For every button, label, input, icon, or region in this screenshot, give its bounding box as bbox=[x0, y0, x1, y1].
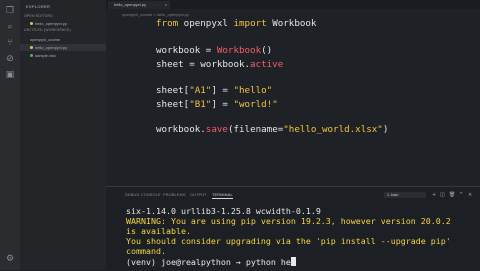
tab-output[interactable]: OUTPUT bbox=[190, 193, 207, 197]
workspace-section[interactable]: UNTITLED (WORKSPACE) bbox=[24, 28, 71, 32]
python-file-icon bbox=[30, 46, 33, 50]
explorer-title: EXPLORER bbox=[26, 4, 51, 9]
tab-problems[interactable]: PROBLEMS bbox=[163, 193, 186, 197]
code-line-save: workbook.save(filename="hello_world.xlsx… bbox=[156, 124, 389, 135]
terminal-warning-line: is available. bbox=[126, 226, 191, 236]
files-icon[interactable]: ❐ bbox=[5, 6, 15, 16]
chevron-up-icon[interactable]: ^ bbox=[459, 192, 463, 198]
open-editors-section[interactable]: OPEN EDITORS bbox=[24, 14, 53, 18]
split-icon[interactable]: ◫ bbox=[440, 192, 445, 198]
open-editor-label: hello_openpyxl.py bbox=[35, 21, 68, 26]
code-line-b1: sheet["B1"] = "world!" bbox=[156, 99, 278, 110]
terminal-cursor bbox=[290, 257, 296, 266]
file-label: sample.xlsx bbox=[35, 53, 56, 58]
extensions-icon[interactable]: ▣ bbox=[5, 70, 15, 80]
tab-debug-console[interactable]: DEBUG CONSOLE bbox=[125, 193, 161, 197]
close-icon[interactable]: × bbox=[468, 192, 472, 198]
open-editor-item[interactable]: hello_openpyxl.py bbox=[30, 21, 67, 26]
source-control-icon[interactable]: ⑂ bbox=[5, 38, 15, 48]
tab-label: hello_openpyxl.py bbox=[114, 2, 147, 7]
breadcrumb[interactable]: openpyxl_course > hello_openpyxl.py bbox=[122, 12, 189, 17]
tab-terminal[interactable]: TERMINAL bbox=[212, 193, 233, 199]
file-item-hello-openpyxl[interactable]: hello_openpyxl.py bbox=[30, 45, 67, 50]
code-line-workbook: workbook = Workbook() bbox=[156, 45, 273, 56]
code-line-sheet: sheet = workbook.active bbox=[156, 59, 284, 70]
terminal-warning-line: You should consider upgrading via the 'p… bbox=[126, 236, 451, 246]
file-item-sample-xlsx[interactable]: sample.xlsx bbox=[30, 53, 56, 58]
plus-icon[interactable]: + bbox=[432, 192, 436, 198]
python-file-icon bbox=[30, 22, 33, 26]
activity-bar: ❐ ⌕ ⑂ ⊘ ▣ ⚙ bbox=[0, 0, 20, 270]
file-label: hello_openpyxl.py bbox=[35, 45, 68, 50]
debug-icon[interactable]: ⊘ bbox=[5, 54, 15, 64]
spreadsheet-file-icon bbox=[30, 54, 33, 58]
close-icon[interactable]: × bbox=[165, 1, 167, 9]
terminal-select[interactable]: 1: bash bbox=[384, 192, 426, 198]
terminal-prompt-line[interactable]: (venv) joe@realpython → python he bbox=[126, 257, 296, 267]
settings-icon[interactable]: ⚙ bbox=[5, 254, 15, 264]
terminal-line: six-1.14.0 urllib3-1.25.8 wcwidth-0.1.9 bbox=[126, 206, 321, 216]
editor-tab-bar: hello_openpyxl.py × bbox=[106, 0, 480, 9]
search-icon[interactable]: ⌕ bbox=[5, 22, 15, 32]
terminal-warning-line: command. bbox=[126, 246, 166, 256]
code-line-import: from openpyxl import Workbook bbox=[156, 18, 317, 29]
folder-item[interactable]: openpyxl_course bbox=[30, 37, 60, 42]
tab-hello-openpyxl[interactable]: hello_openpyxl.py × bbox=[108, 1, 170, 9]
code-line-a1: sheet["A1"] = "hello" bbox=[156, 85, 273, 96]
terminal-input[interactable]: (venv) joe@realpython → python he bbox=[126, 257, 291, 267]
terminal-warning-line: WARNING: You are using pip version 19.2.… bbox=[126, 216, 451, 226]
trash-icon[interactable]: 🗑 bbox=[449, 192, 455, 198]
